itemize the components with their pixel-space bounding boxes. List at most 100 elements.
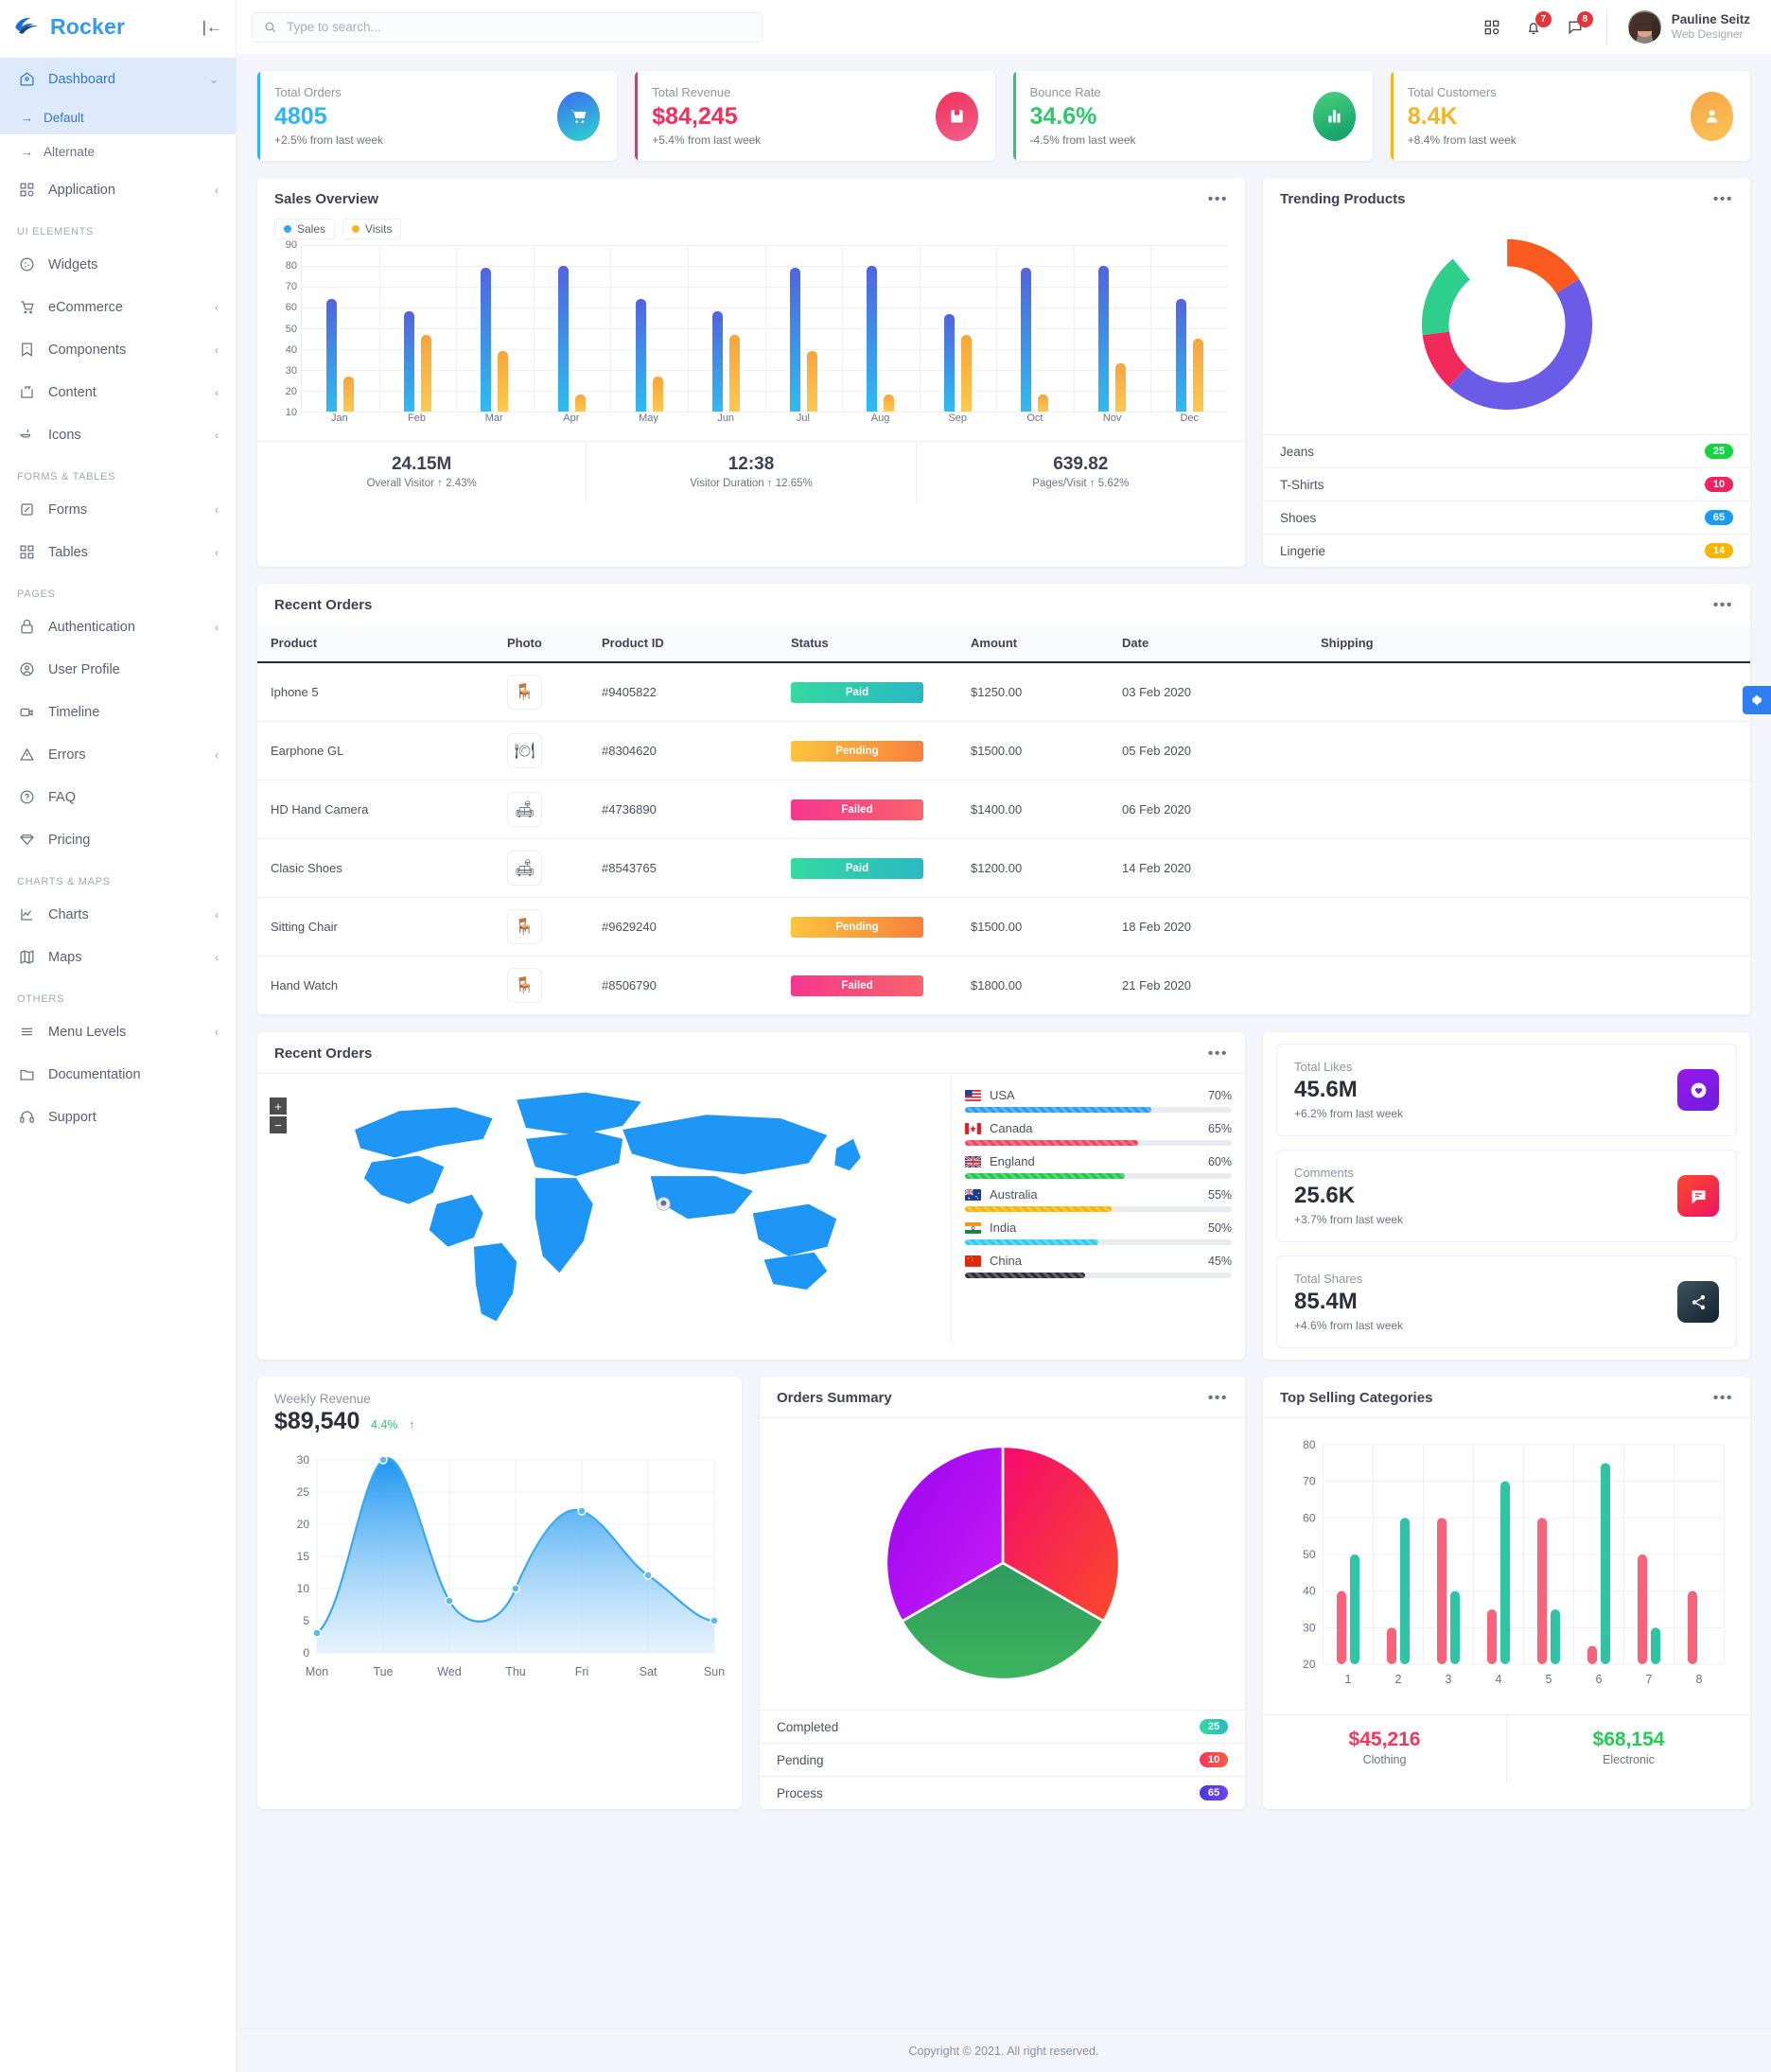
table-row[interactable]: Clasic Shoes🛋#8543765Paid$1200.0014 Feb … — [257, 839, 1750, 898]
bar[interactable] — [729, 335, 740, 412]
country-row[interactable]: Canada65% — [965, 1115, 1232, 1148]
world-map[interactable]: + − — [257, 1074, 952, 1343]
sidebar-item-documentation[interactable]: Documentation — [0, 1053, 236, 1096]
bar[interactable] — [498, 351, 508, 412]
list-item[interactable]: Lingerie 14 — [1263, 534, 1750, 567]
bar[interactable] — [1601, 1463, 1610, 1664]
more-options-icon[interactable]: ••• — [1208, 1049, 1228, 1059]
list-item[interactable]: Shoes 65 — [1263, 500, 1750, 534]
social-card-comments[interactable]: Comments 25.6K +3.7% from last week — [1276, 1150, 1737, 1242]
sidebar-item-user-profile[interactable]: User Profile — [0, 648, 236, 691]
sidebar-item-maps[interactable]: Maps ‹ — [0, 936, 236, 978]
bar[interactable] — [1021, 268, 1031, 412]
stat-card-total-revenue[interactable]: Total Revenue $84,245 +5.4% from last we… — [635, 71, 994, 161]
bar[interactable] — [326, 299, 337, 412]
bar[interactable] — [807, 351, 817, 412]
bar[interactable] — [421, 335, 431, 412]
table-row[interactable]: Earphone GL🍽#8304620Pending$1500.0005 Fe… — [257, 722, 1750, 781]
sidebar-item-forms[interactable]: Forms ‹ — [0, 488, 236, 531]
bar[interactable] — [1537, 1518, 1547, 1664]
bar[interactable] — [884, 395, 894, 412]
bar[interactable] — [790, 268, 800, 412]
list-item[interactable]: Process 65 — [760, 1776, 1245, 1809]
more-options-icon[interactable]: ••• — [1208, 1394, 1228, 1403]
sidebar-item-content[interactable]: Content ‹ — [0, 371, 236, 413]
bar[interactable] — [1651, 1627, 1660, 1664]
bar[interactable] — [404, 311, 414, 412]
bar[interactable] — [653, 377, 663, 412]
stat-card-total-customers[interactable]: Total Customers 8.4K +8.4% from last wee… — [1391, 71, 1750, 161]
bar[interactable] — [1387, 1627, 1396, 1664]
list-item[interactable]: Jeans 25 — [1263, 434, 1750, 467]
bar[interactable] — [1450, 1591, 1460, 1664]
table-row[interactable]: HD Hand Camera🛋#4736890Failed$1400.0006 … — [257, 781, 1750, 839]
country-row[interactable]: China45% — [965, 1247, 1232, 1280]
bar[interactable] — [558, 266, 569, 412]
sidebar-item-faq[interactable]: FAQ — [0, 776, 236, 818]
social-card-total-shares[interactable]: Total Shares 85.4M +4.6% from last week — [1276, 1255, 1737, 1348]
search-box[interactable] — [252, 12, 763, 43]
bar[interactable] — [1350, 1554, 1359, 1664]
bar[interactable] — [1437, 1518, 1447, 1664]
sidebar-item-timeline[interactable]: Timeline — [0, 691, 236, 733]
social-card-total-likes[interactable]: Total Likes 45.6M +6.2% from last week — [1276, 1044, 1737, 1136]
more-options-icon[interactable]: ••• — [1713, 1394, 1733, 1403]
bar[interactable] — [944, 314, 955, 412]
bar[interactable] — [1638, 1554, 1647, 1664]
country-row[interactable]: England60% — [965, 1148, 1232, 1181]
more-options-icon[interactable]: ••• — [1713, 195, 1733, 204]
bar[interactable] — [712, 311, 723, 412]
more-options-icon[interactable]: ••• — [1208, 195, 1228, 204]
bar[interactable] — [1400, 1518, 1410, 1664]
stat-card-total-orders[interactable]: Total Orders 4805 +2.5% from last week — [257, 71, 617, 161]
sidebar-item-tables[interactable]: Tables ‹ — [0, 531, 236, 573]
legend-item-sales[interactable]: Sales — [274, 219, 335, 239]
country-row[interactable]: India50% — [965, 1214, 1232, 1247]
bar[interactable] — [1551, 1609, 1560, 1664]
bar[interactable] — [1500, 1482, 1510, 1664]
settings-fab-button[interactable] — [1743, 686, 1771, 714]
bar[interactable] — [1115, 363, 1126, 412]
sidebar-item-application[interactable]: Application ‹ — [0, 168, 236, 211]
bar[interactable] — [1038, 395, 1048, 412]
bar[interactable] — [1098, 266, 1109, 412]
apps-grid-icon[interactable] — [1482, 17, 1502, 38]
bar[interactable] — [1487, 1609, 1497, 1664]
sidebar-item-support[interactable]: Support — [0, 1096, 236, 1138]
map-zoom-out-button[interactable]: − — [270, 1116, 287, 1133]
sidebar-item-ecommerce[interactable]: eCommerce ‹ — [0, 286, 236, 328]
stat-card-bounce-rate[interactable]: Bounce Rate 34.6% -4.5% from last week — [1013, 71, 1373, 161]
sidebar-item-icons[interactable]: Icons ‹ — [0, 413, 236, 456]
bar[interactable] — [1176, 299, 1186, 412]
table-row[interactable]: Iphone 5🪑#9405822Paid$1250.0003 Feb 2020 — [257, 662, 1750, 722]
sidebar-item-pricing[interactable]: Pricing — [0, 818, 236, 861]
sidebar-item-charts[interactable]: Charts ‹ — [0, 893, 236, 936]
bar[interactable] — [636, 299, 646, 412]
country-row[interactable]: USA70% — [965, 1081, 1232, 1115]
sidebar-item-dashboard[interactable]: Dashboard ⌄ — [0, 58, 236, 100]
sidebar-item-authentication[interactable]: Authentication ‹ — [0, 606, 236, 648]
bar[interactable] — [1587, 1646, 1597, 1664]
bar[interactable] — [481, 268, 491, 412]
list-item[interactable]: Pending 10 — [760, 1743, 1245, 1776]
sidebar-item-errors[interactable]: Errors ‹ — [0, 733, 236, 776]
country-row[interactable]: Australia55% — [965, 1181, 1232, 1214]
legend-item-visits[interactable]: Visits — [342, 219, 401, 239]
sidebar-item-components[interactable]: Components ‹ — [0, 328, 236, 371]
user-menu[interactable]: Pauline Seitz Web Designer — [1628, 10, 1750, 44]
sidebar-item-widgets[interactable]: Widgets — [0, 243, 236, 286]
bar[interactable] — [343, 377, 354, 412]
bar[interactable] — [961, 335, 972, 412]
sidebar-item-menu-levels[interactable]: Menu Levels ‹ — [0, 1010, 236, 1053]
bar[interactable] — [867, 266, 877, 412]
sidebar-item-default[interactable]: → Default — [0, 100, 236, 134]
map-zoom-in-button[interactable]: + — [270, 1097, 287, 1115]
more-options-icon[interactable]: ••• — [1713, 601, 1733, 610]
bar[interactable] — [1193, 339, 1203, 412]
notifications-bell-icon[interactable]: 7 — [1523, 17, 1544, 38]
bar[interactable] — [1337, 1591, 1346, 1664]
table-row[interactable]: Hand Watch🪑#8506790Failed$1800.0021 Feb … — [257, 957, 1750, 1015]
bar[interactable] — [1688, 1591, 1697, 1664]
sidebar-item-alternate[interactable]: → Alternate — [0, 134, 236, 168]
list-item[interactable]: Completed 25 — [760, 1710, 1245, 1743]
